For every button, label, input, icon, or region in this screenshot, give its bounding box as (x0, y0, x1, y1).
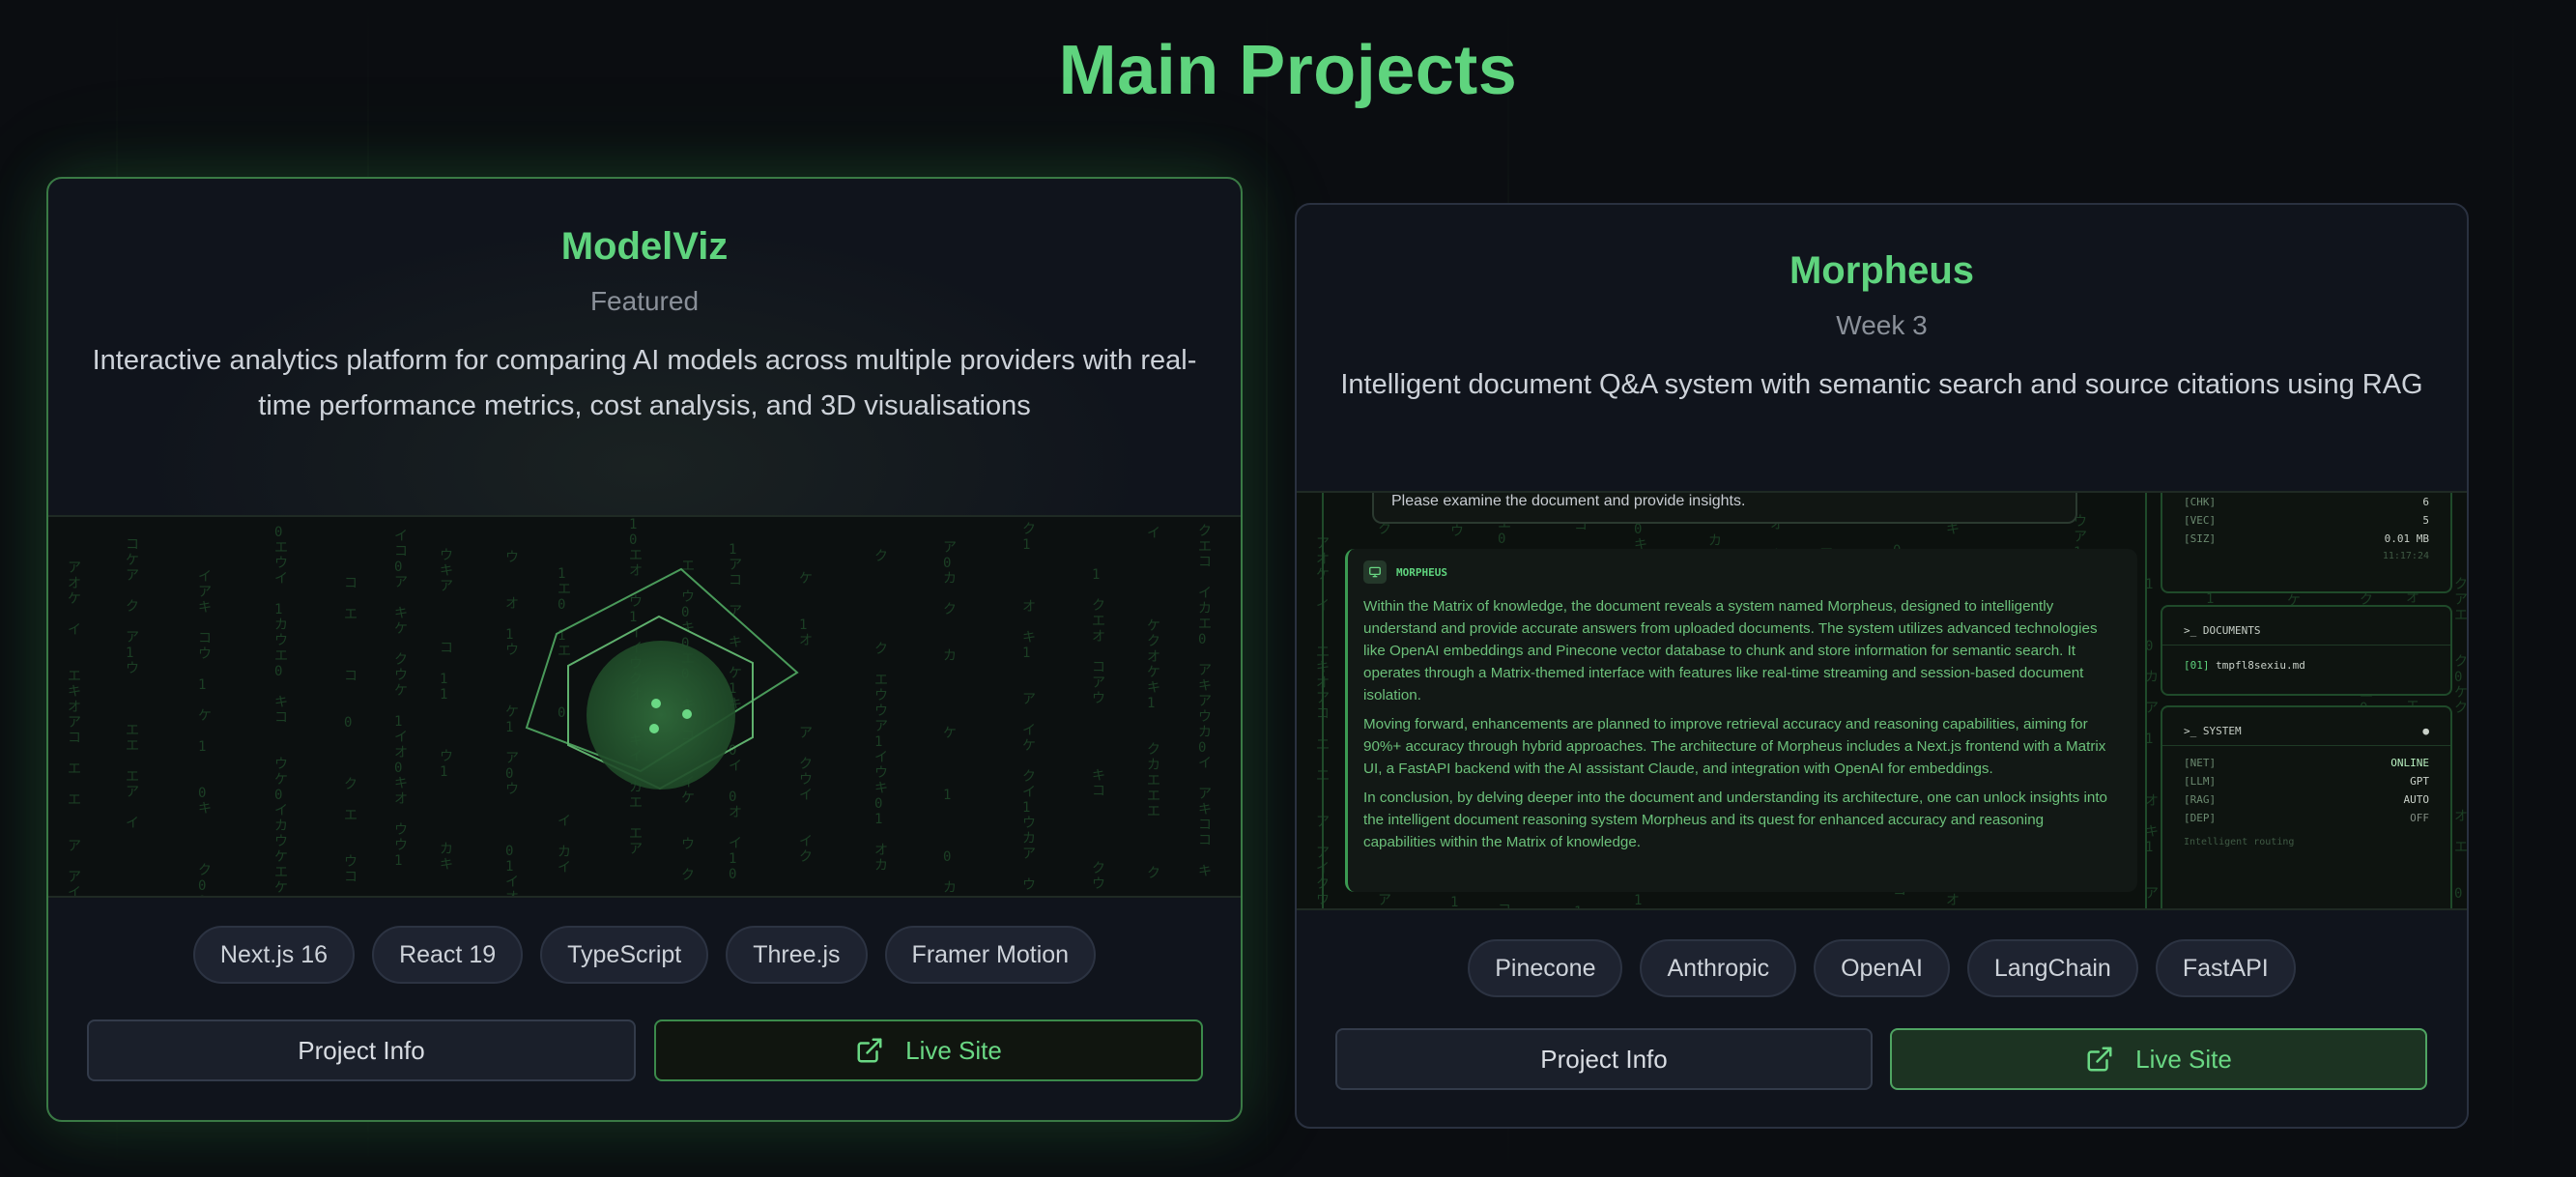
card-description: Intelligent document Q&A system with sem… (1340, 369, 2423, 400)
user-message: Please examine the document and provide … (1391, 493, 1746, 509)
tech-tag: OpenAI (1814, 939, 1950, 997)
live-site-button[interactable]: Live Site (1890, 1028, 2427, 1090)
system-row: [NET] ONLINE (2184, 757, 2429, 769)
system-row: [DEP] OFF (2184, 812, 2429, 824)
system-title: >_ SYSTEM (2184, 725, 2242, 737)
project-card-morpheus: Morpheus Week 3 Intelligent document Q&A… (1295, 203, 2469, 1129)
card-subtitle: Featured (589, 286, 700, 316)
page-title: Main Projects (1058, 32, 1518, 109)
tech-tag: Framer Motion (884, 926, 1097, 984)
assistant-name: MORPHEUS (1396, 565, 1447, 579)
morpheus-screenshot: ア オ ケ イ エ キ オ ア コ エ エ ア ア イ ク ウ コ ケ ク ア … (1297, 491, 2467, 910)
tech-tag: TypeScript (540, 926, 709, 984)
monitor-icon (1363, 560, 1387, 584)
project-info-label: Project Info (1540, 1044, 1668, 1074)
tech-tag: Anthropic (1640, 939, 1797, 997)
hexagon-visual-icon (525, 567, 799, 790)
status-dot-icon: ● (2422, 725, 2429, 737)
live-site-label: Live Site (2135, 1044, 2232, 1074)
modelviz-visualisation: ア オ ケ イ エ キ オ ア コ エ エ ア ア イ ク コ ケ ア ク ア … (48, 515, 1241, 898)
live-site-button[interactable]: Live Site (654, 1019, 1203, 1081)
card-title: Morpheus (1789, 249, 1975, 292)
tech-tag: React 19 (372, 926, 524, 984)
tech-tags: Next.js 16 React 19 TypeScript Three.js … (48, 926, 1241, 984)
chat-left-border (1297, 493, 1324, 908)
stats-panel: [CHK] 6 [VEC] 5 [SIZ] 0.01 MB 11:17:24 (2161, 493, 2452, 593)
tech-tag: Next.js 16 (192, 926, 356, 984)
card-subtitle: Week 3 (1836, 310, 1928, 340)
system-panel: >_ SYSTEM ● [NET] ONLINE [LLM] GPT [RAG] AUT… (2161, 705, 2452, 908)
external-link-icon (2087, 1047, 2112, 1072)
tech-tag: Three.js (726, 926, 868, 984)
tech-tag: Pinecone (1468, 939, 1623, 997)
project-info-label: Project Info (298, 1035, 425, 1065)
system-footer: Intelligent routing (2184, 837, 2295, 847)
documents-panel: >_ DOCUMENTS [01] tmpfl8sexiu.md (2161, 605, 2452, 696)
system-row: [LLM] GPT (2184, 775, 2429, 788)
assistant-paragraph: In conclusion, by delving deeper into th… (1363, 789, 2107, 850)
stat-row: [SIZ] 0.01 MB (2184, 532, 2429, 545)
card-header: ModelViz Featured Interactive analytics … (48, 179, 1241, 517)
tech-tag: LangChain (1966, 939, 2138, 997)
project-info-button[interactable]: Project Info (1335, 1028, 1873, 1090)
assistant-message: MORPHEUS Within the Matrix of knowledge,… (1345, 549, 2137, 892)
assistant-paragraph: Within the Matrix of knowledge, the docu… (1363, 598, 2098, 703)
project-info-button[interactable]: Project Info (87, 1019, 636, 1081)
stat-row: [CHK] 6 (2184, 496, 2429, 508)
live-site-label: Live Site (905, 1035, 1002, 1065)
card-description: Interactive analytics platform for compa… (92, 345, 1197, 421)
sidebar-divider (2145, 493, 2149, 908)
external-link-icon (857, 1038, 882, 1063)
tech-tag: FastAPI (2155, 939, 2296, 997)
assistant-paragraph: Moving forward, enhancements are planned… (1363, 716, 2106, 777)
documents-title: >_ DOCUMENTS (2162, 607, 2450, 646)
project-card-modelviz: ModelViz Featured Interactive analytics … (46, 177, 1243, 1122)
document-item[interactable]: [01] tmpfl8sexiu.md (2162, 653, 2450, 683)
card-title: ModelViz (560, 225, 729, 268)
system-row: [RAG] AUTO (2184, 793, 2429, 806)
assistant-tag: MORPHEUS (1363, 560, 2120, 584)
stats-time: 11:17:24 (2382, 551, 2429, 561)
card-header: Morpheus Week 3 Intelligent document Q&A… (1297, 205, 2467, 491)
tech-tags: Pinecone Anthropic OpenAI LangChain Fast… (1297, 939, 2467, 997)
stat-row: [VEC] 5 (2184, 514, 2429, 527)
